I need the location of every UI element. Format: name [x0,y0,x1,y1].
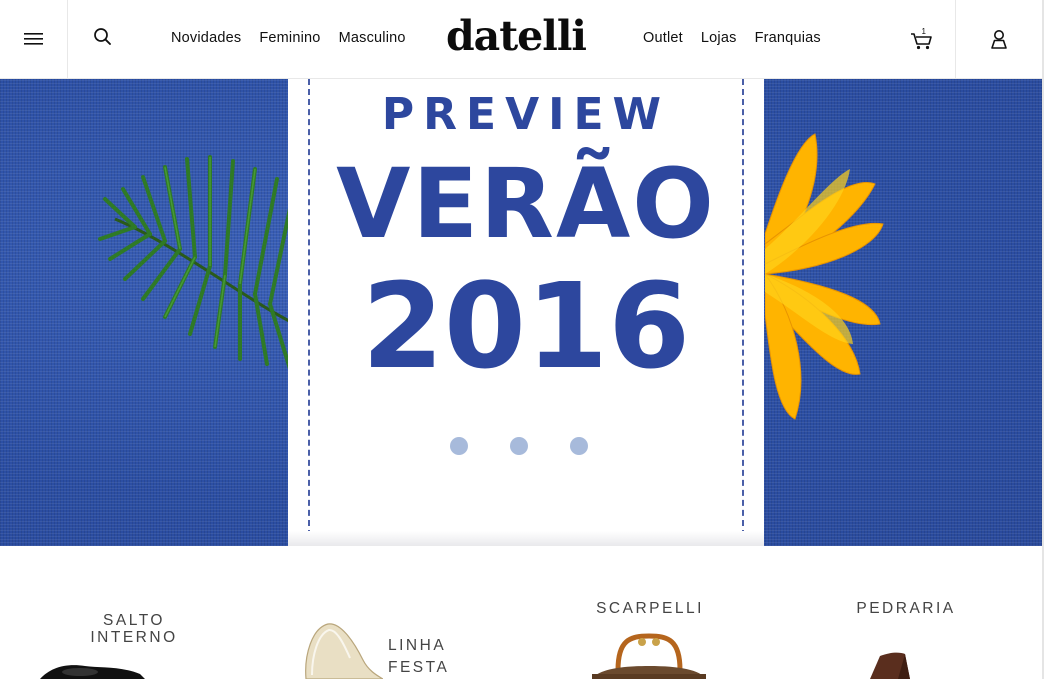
site-header: Novidades Feminino Masculino datelli Out… [0,0,1044,79]
category-label-line: SALTO [103,612,165,629]
hero-banner[interactable]: PREVIEW VERÃO 2016 [0,79,1042,546]
slide-dot-1[interactable] [450,437,468,455]
category-pedraria[interactable]: PEDRARIA [846,600,966,617]
hero-title-year: 2016 [361,257,691,395]
nav-link-novidades[interactable]: Novidades [171,30,241,46]
gold-heel-image[interactable] [298,620,383,679]
category-salto-interno[interactable]: SALTO INTERNO [82,612,186,646]
category-linha-festa[interactable]: LINHA FESTA [388,637,464,676]
nav-link-franquias[interactable]: Franquias [755,30,821,46]
hamburger-icon [23,33,43,45]
cart-count: 1 [922,27,927,36]
category-label-line: FESTA [388,659,450,676]
hero-card-shadow [288,531,764,546]
category-label-line: INTERNO [90,629,178,646]
nav-link-outlet[interactable]: Outlet [643,30,683,46]
slide-dot-2[interactable] [510,437,528,455]
site-logo[interactable]: datelli [446,11,587,61]
slide-dot-3[interactable] [570,437,588,455]
brown-boot-image[interactable] [850,650,930,679]
nav-link-feminino[interactable]: Feminino [259,30,320,46]
hero-title-preview: PREVIEW [381,89,671,140]
hero-title-season: VERÃO [336,148,716,260]
account-button[interactable] [955,0,1042,78]
user-icon [991,30,1007,49]
black-shoe-image[interactable] [40,660,150,679]
slide-dots [450,437,588,455]
hero-card: PREVIEW VERÃO 2016 [288,79,764,546]
menu-button[interactable] [0,0,68,78]
nav-link-masculino[interactable]: Masculino [339,30,406,46]
yellow-flower-image [765,133,884,420]
category-scarpelli[interactable]: SCARPELLI [590,600,710,617]
cart-button[interactable]: 1 [890,0,954,78]
handbag-image[interactable] [588,630,710,679]
category-label-line: LINHA [388,637,447,654]
nav-link-lojas[interactable]: Lojas [701,30,737,46]
main-nav-right: Outlet Lojas Franquias [643,30,821,46]
palm-leaf-image [98,155,295,371]
cart-icon: 1 [911,27,932,50]
search-icon [94,28,111,45]
search-button[interactable] [69,0,135,78]
main-nav-left: Novidades Feminino Masculino [171,30,406,46]
